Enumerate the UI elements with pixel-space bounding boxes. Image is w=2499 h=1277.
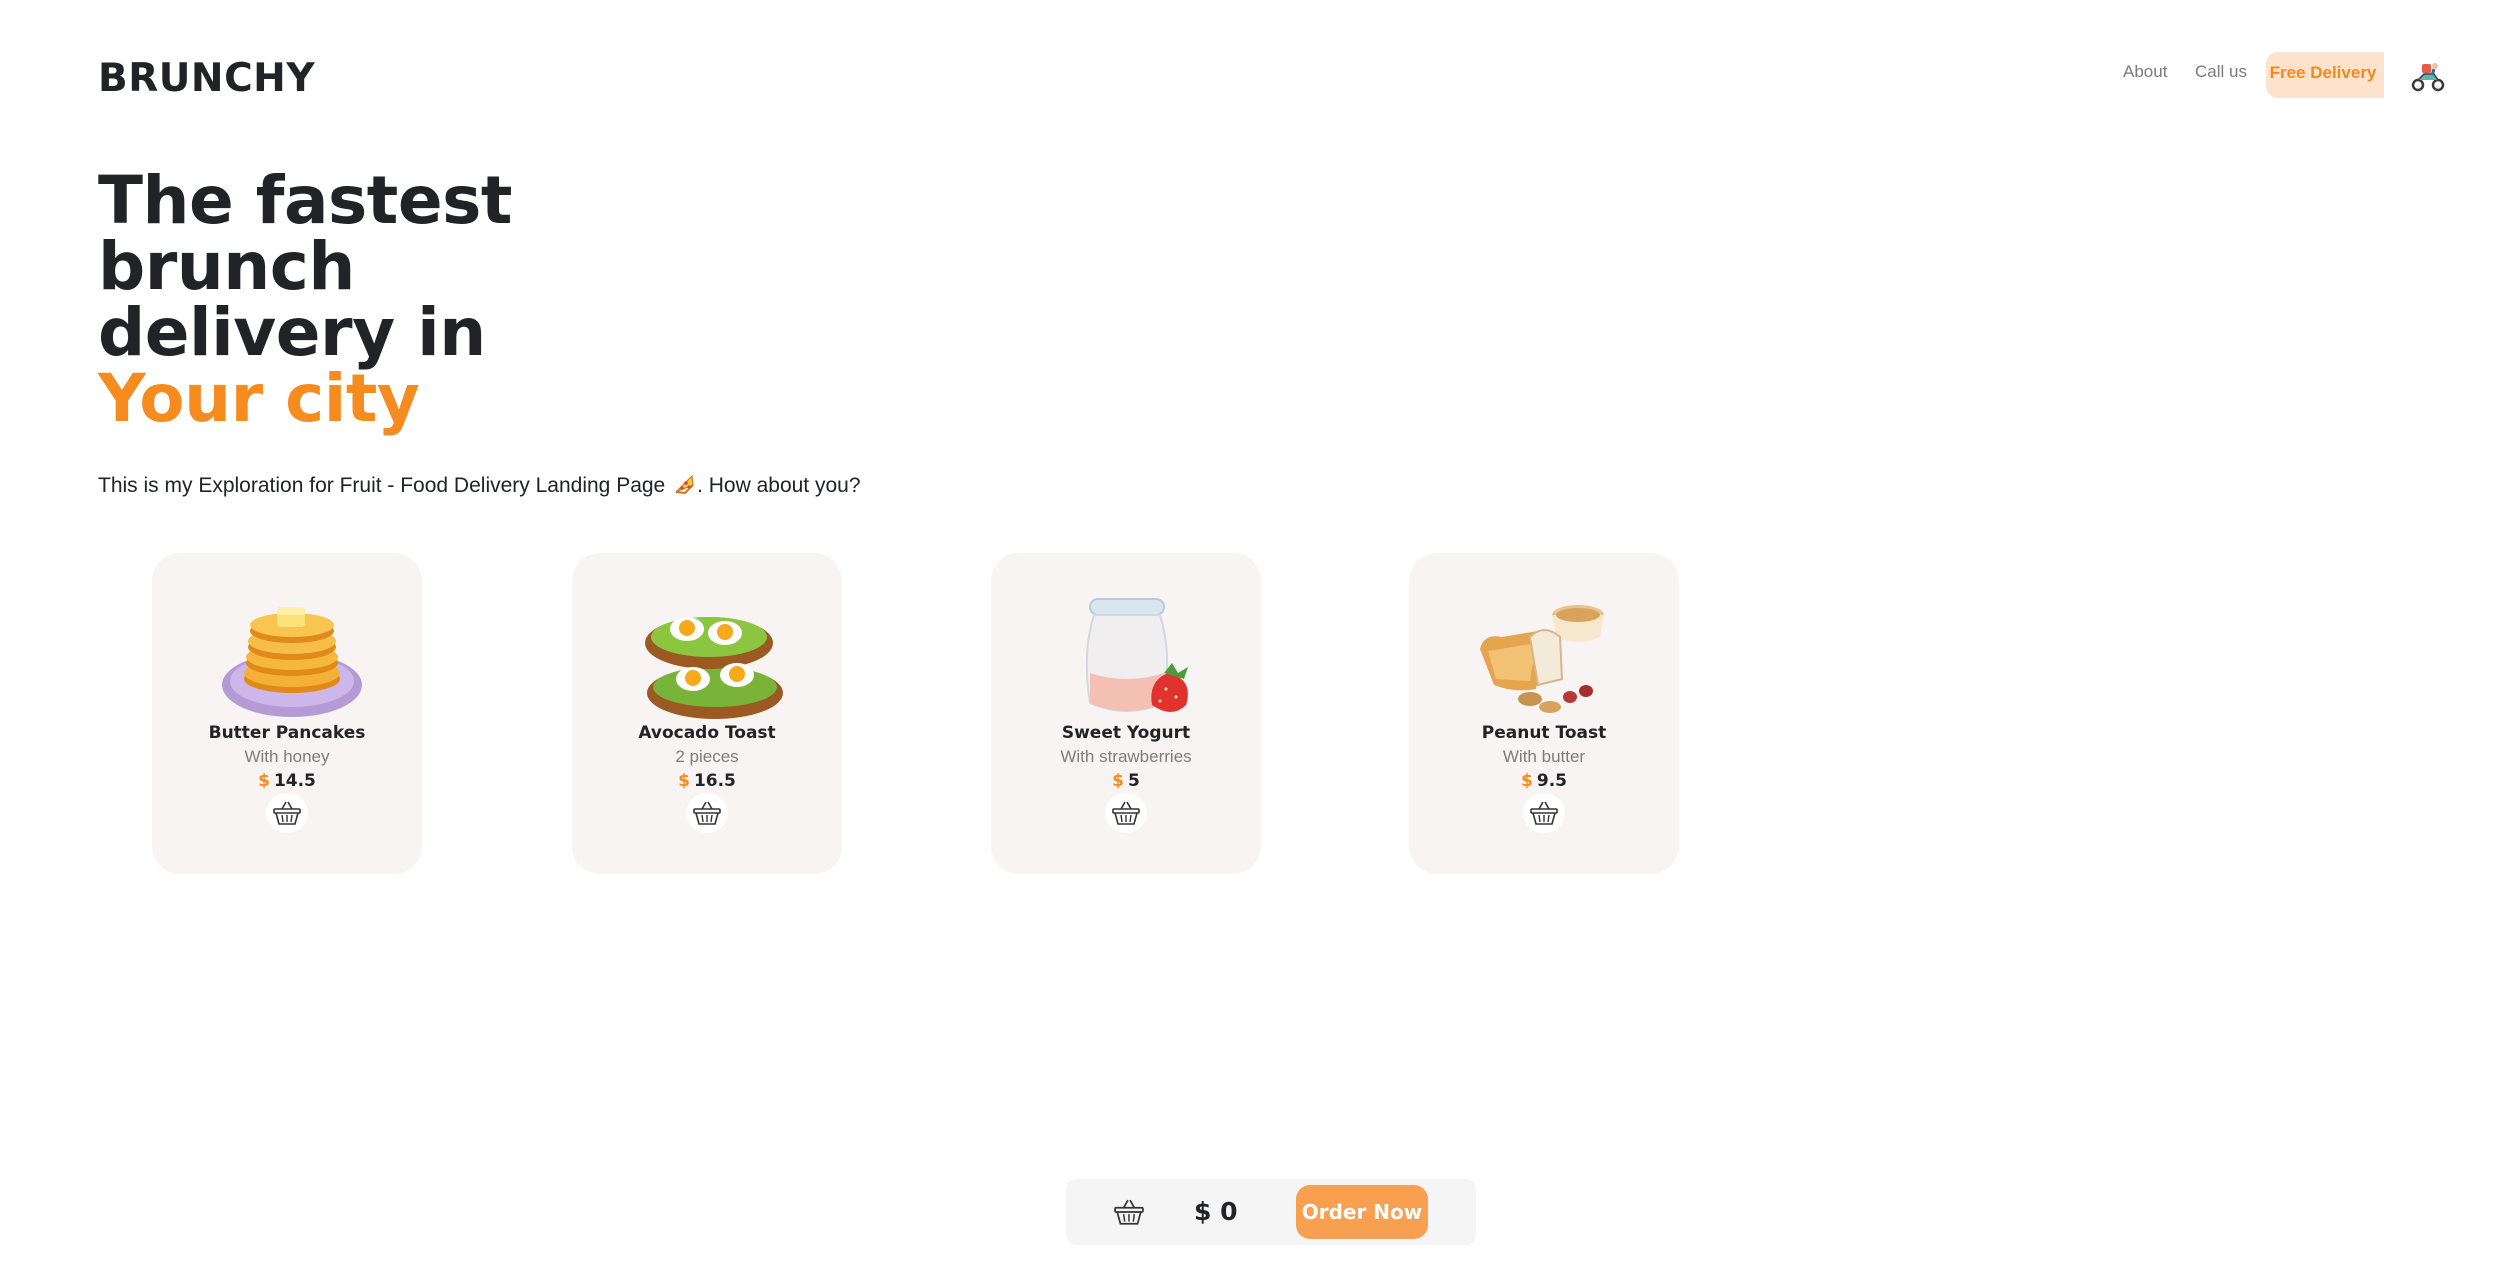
product-card-avocado-toast[interactable]: Avocado Toast 2 pieces $16.5: [572, 553, 842, 874]
hero-line-2: brunch: [98, 228, 355, 305]
product-name: Peanut Toast: [1481, 723, 1607, 743]
product-description: 2 pieces: [675, 747, 739, 766]
price-value: 16.5: [693, 771, 736, 791]
product-description: With butter: [1502, 747, 1586, 766]
product-price: $16.5: [572, 771, 842, 791]
top-nav: About Call us Free Delivery: [0, 52, 2499, 102]
currency-symbol: $: [1112, 771, 1124, 791]
pill-edge: [2380, 52, 2384, 98]
product-name: Avocado Toast: [638, 723, 776, 743]
currency-symbol: $: [258, 771, 270, 791]
product-card-yogurt[interactable]: Sweet Yogurt With strawberries $5: [991, 553, 1261, 874]
hero-line-1: The fastest: [98, 162, 512, 239]
avocado-toast-icon: [645, 617, 783, 719]
basket-icon: [1112, 801, 1140, 825]
scooter-icon[interactable]: [2410, 58, 2446, 92]
nav-call-us-link[interactable]: Call us: [2195, 62, 2247, 82]
subtitle-text-start: This is my Exploration for Fruit - Food …: [98, 474, 672, 497]
hero-line-3: delivery in: [98, 294, 486, 371]
hero-title: The fastest brunch delivery in Your city: [98, 168, 512, 432]
add-to-basket-button[interactable]: [686, 793, 728, 833]
nav-about-link[interactable]: About: [2123, 62, 2167, 82]
basket-icon: [693, 801, 721, 825]
order-now-button[interactable]: Order Now: [1296, 1185, 1428, 1239]
cart-total: $ 0: [1194, 1197, 1238, 1226]
basket-icon[interactable]: [1114, 1198, 1144, 1226]
product-price: $5: [991, 771, 1261, 791]
basket-icon: [273, 801, 301, 825]
yogurt-icon: [1085, 598, 1188, 712]
pizza-icon: [675, 474, 694, 495]
basket-icon: [1530, 801, 1558, 825]
add-to-basket-button[interactable]: [1105, 793, 1147, 833]
price-value: 5: [1128, 771, 1140, 791]
subtitle-text-end: . How about you?: [697, 474, 861, 497]
hero-accent-line: Your city: [98, 360, 420, 437]
product-name: Sweet Yogurt: [1061, 723, 1191, 743]
free-delivery-label: Free Delivery: [2269, 63, 2377, 82]
add-to-basket-button[interactable]: [266, 793, 308, 833]
product-description: With strawberries: [1060, 747, 1192, 766]
currency-symbol: $: [678, 771, 690, 791]
product-price: $9.5: [1409, 771, 1679, 791]
peanut-toast-icon: [1480, 605, 1604, 713]
hero-subtitle: This is my Exploration for Fruit - Food …: [98, 473, 861, 498]
price-value: 14.5: [273, 771, 316, 791]
product-description: With honey: [244, 747, 330, 766]
product-price: $14.5: [152, 771, 422, 791]
add-to-basket-button[interactable]: [1523, 793, 1565, 833]
landing-page: BRUNCHY About Call us Free Delivery The …: [0, 0, 2499, 1277]
cart-bar: $ 0 Order Now: [1066, 1179, 1476, 1245]
price-value: 9.5: [1536, 771, 1567, 791]
pancakes-icon: [222, 607, 362, 717]
currency-symbol: $: [1521, 771, 1533, 791]
product-card-pancakes[interactable]: Butter Pancakes With honey $14.5: [152, 553, 422, 874]
product-name: Butter Pancakes: [208, 723, 366, 743]
free-delivery-button[interactable]: Free Delivery: [2266, 52, 2384, 98]
product-card-peanut-toast[interactable]: Peanut Toast With butter $9.5: [1409, 553, 1679, 874]
